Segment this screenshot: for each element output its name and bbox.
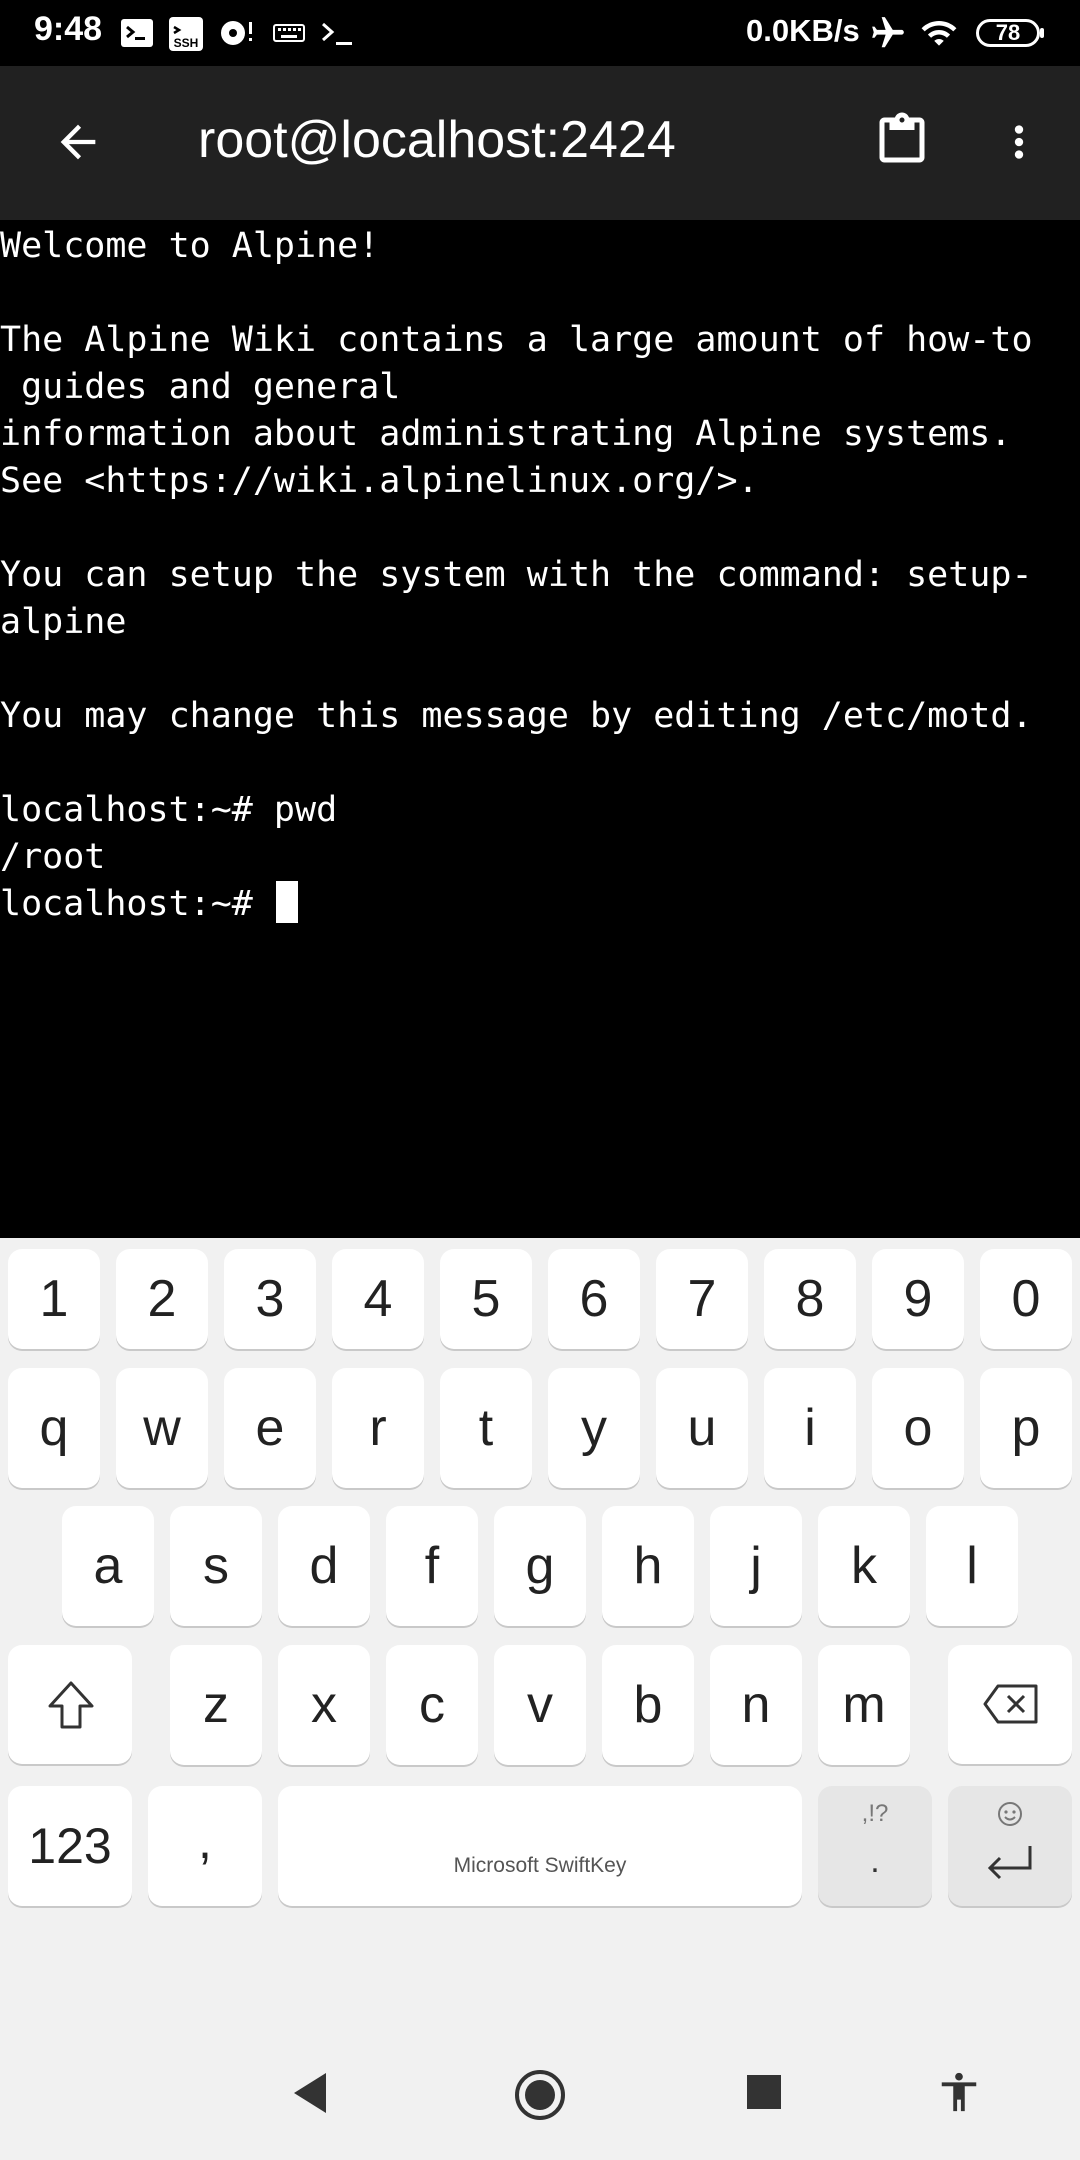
terminal-line: See <https://wiki.alpinelinux.org/>. [0,461,759,501]
terminal-line: Welcome to Alpine! [0,226,380,266]
soft-keyboard: 1234567890 qwertyuiop asdfghjkl zxcvbnm … [0,1238,1080,1982]
key-a[interactable]: a [62,1506,154,1626]
key-e[interactable]: e [224,1368,316,1488]
enter-icon [987,1846,1032,1880]
period-key-sub: ,!? [861,1800,889,1827]
space-key[interactable]: Microsoft SwiftKey [278,1786,802,1906]
terminal-line: You can setup the system with the comman… [0,555,1033,595]
battery-icon: 78 [976,19,1044,47]
key-p[interactable]: p [980,1368,1072,1488]
key-8[interactable]: 8 [764,1249,856,1349]
key-7[interactable]: 7 [656,1249,748,1349]
backspace-key[interactable] [948,1645,1072,1764]
network-speed: 0.0KB/s [746,13,860,48]
terminal-line: localhost:~# pwd [0,790,338,830]
terminal-prompt-line: localhost:~# [0,881,298,928]
key-i[interactable]: i [764,1368,856,1488]
keyboard-icon [273,24,305,42]
arrow-left-icon[interactable] [52,116,104,168]
key-f[interactable]: f [386,1506,478,1626]
key-m[interactable]: m [818,1645,910,1765]
svg-text:SSH: SSH [174,36,199,50]
key-k[interactable]: k [818,1506,910,1626]
system-navigation-bar [0,1952,1080,2160]
accessibility-icon[interactable] [936,2066,982,2118]
wifi-icon [921,21,957,46]
terminal-line: guides and general [0,367,401,407]
key-v[interactable]: v [494,1645,586,1765]
key-9[interactable]: 9 [872,1249,964,1349]
key-d[interactable]: d [278,1506,370,1626]
key-l[interactable]: l [926,1506,1018,1626]
home-circle-icon[interactable] [513,2068,567,2122]
key-o[interactable]: o [872,1368,964,1488]
key-j[interactable]: j [710,1506,802,1626]
shift-key[interactable] [8,1645,132,1764]
key-6[interactable]: 6 [548,1249,640,1349]
status-bar: 9:48 SSH 0.0KB/s 78 [0,0,1080,66]
terminal-line: You may change this message by editing /… [0,696,1033,736]
terminal-prompt: localhost:~# [0,884,274,924]
key-u[interactable]: u [656,1368,748,1488]
emoji-icon [998,1802,1022,1826]
key-3[interactable]: 3 [224,1249,316,1349]
key-b[interactable]: b [602,1645,694,1765]
text-cursor [275,881,298,923]
back-triangle-icon[interactable] [290,2070,330,2116]
backspace-icon [983,1684,1038,1724]
key-0[interactable]: 0 [980,1249,1072,1349]
status-time: 9:48 [34,10,103,48]
key-x[interactable]: x [278,1645,370,1765]
period-key-label: . [870,1842,880,1880]
key-c[interactable]: c [386,1645,478,1765]
key-n[interactable]: n [710,1645,802,1765]
terminal-output[interactable]: Welcome to Alpine! The Alpine Wiki conta… [0,220,1080,1238]
terminal-icon [121,19,153,47]
key-r[interactable]: r [332,1368,424,1488]
key-5[interactable]: 5 [440,1249,532,1349]
terminal-line: /root [0,837,106,877]
airplane-icon [872,17,904,48]
more-vert-icon[interactable] [994,114,1044,170]
space-brand-label: Microsoft SwiftKey [453,1854,627,1877]
key-1[interactable]: 1 [8,1249,100,1349]
terminal-line: The Alpine Wiki contains a large amount … [0,320,1033,360]
comma-key[interactable]: , [148,1786,262,1906]
symbols-key[interactable]: 123 [8,1786,132,1906]
key-2[interactable]: 2 [116,1249,208,1349]
key-y[interactable]: y [548,1368,640,1488]
key-w[interactable]: w [116,1368,208,1488]
page-title: root@localhost:2424 [198,111,676,169]
clipboard-icon[interactable] [872,108,932,172]
key-g[interactable]: g [494,1506,586,1626]
key-z[interactable]: z [170,1645,262,1765]
enter-key[interactable] [948,1786,1072,1906]
terminal-line: alpine [0,602,127,642]
shift-icon [48,1681,94,1729]
terminal-line: information about administrating Alpine … [0,414,1012,454]
key-4[interactable]: 4 [332,1249,424,1349]
media-icon [221,21,252,45]
shell-icon [322,22,352,45]
period-key[interactable]: ,!? . [818,1786,932,1906]
ssh-icon: SSH [169,17,203,51]
key-q[interactable]: q [8,1368,100,1488]
key-h[interactable]: h [602,1506,694,1626]
key-t[interactable]: t [440,1368,532,1488]
app-bar: root@localhost:2424 [0,66,1080,220]
key-s[interactable]: s [170,1506,262,1626]
recents-square-icon[interactable] [746,2074,782,2110]
